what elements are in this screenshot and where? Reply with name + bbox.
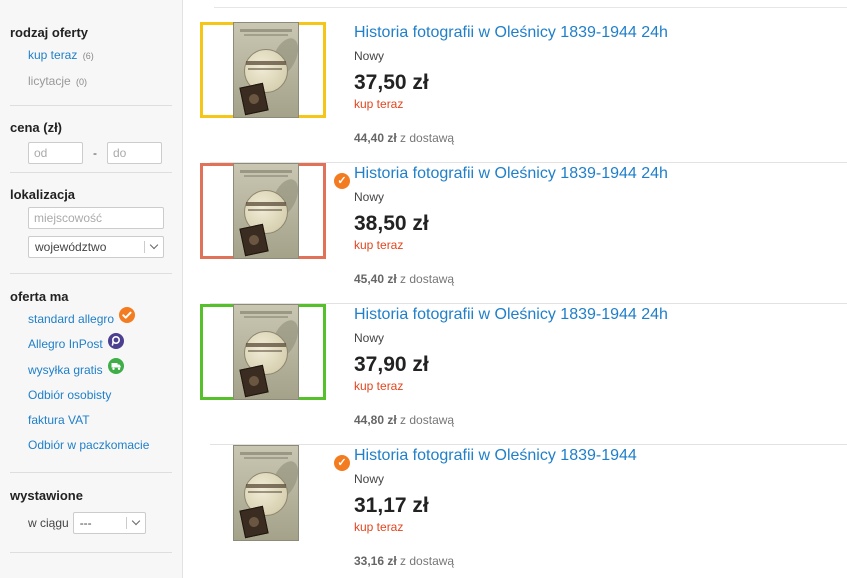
filter-allegro-inpost-link[interactable]: Allegro InPost [10,332,172,357]
offer-shipping-price: 44,80 zł z dostawą [354,413,454,427]
filter-listed: wystawione w ciągu --- [10,473,172,553]
offer-shipping-label: z dostawą [400,554,455,568]
offer-shipping-amount: 33,16 zł [354,554,397,568]
filter-vat-invoice-link[interactable]: faktura VAT [10,408,172,433]
filter-location: lokalizacja województwo [10,173,172,274]
filter-free-shipping-label: wysyłka gratis [28,362,103,377]
offer-title-link[interactable]: Historia fotografii w Oleśnicy 1839-1944… [354,24,668,42]
filter-auctions-count: (0) [76,77,88,87]
offer-price: 38,50 zł [354,212,429,235]
offer-shipping-label: z dostawą [400,413,455,427]
filter-title-price: cena (zł) [10,120,63,135]
filter-buy-now-label: kup teraz [28,48,78,62]
select-divider [125,517,127,529]
offer-title-link[interactable]: Historia fotografii w Oleśnicy 1839-1944… [354,165,668,183]
chevron-down-icon [131,516,140,526]
book-cover-image [233,445,299,541]
standard-allegro-badge-icon: ✓ [334,173,350,189]
filter-personal-pickup-link[interactable]: Odbiór osobisty [10,383,172,408]
region-select[interactable]: województwo [28,236,164,258]
offer-thumbnail[interactable] [200,304,326,400]
offer-shipping-price: 33,16 zł z dostawą [354,554,454,568]
filter-price: cena (zł) - [10,106,172,173]
filter-offer-has: oferta ma standard allegro Allegro InPos… [10,274,172,473]
filter-title-location: lokalizacja [10,187,76,202]
filter-offer-type: rodzaj oferty kup teraz (6) licytacje (0… [10,0,172,106]
offer-thumbnail[interactable] [200,163,326,259]
offer-item: Historia fotografii w Oleśnicy 1839-1944… [196,304,847,445]
offer-title-link[interactable]: Historia fotografii w Oleśnicy 1839-1944… [354,306,668,324]
listed-within-select[interactable]: --- [72,512,146,534]
filter-buy-now-count: (6) [82,51,94,61]
offer-item: ✓ Historia fotografii w Oleśnicy 1839-19… [196,163,847,304]
listed-within-row: w ciągu --- [10,512,172,534]
offer-thumbnail[interactable] [200,445,326,541]
filter-free-shipping-link[interactable]: wysyłka gratis [10,357,172,383]
filter-title-listed: wystawione [10,488,83,503]
chevron-down-icon [149,240,159,250]
offer-thumbnail[interactable] [200,22,326,118]
book-cover-image [233,163,299,259]
filter-auctions-link[interactable]: licytacje (0) [10,69,172,95]
offer-condition: Nowy [354,190,385,204]
filters-sidebar: rodzaj oferty kup teraz (6) licytacje (0… [0,0,183,578]
filter-standard-allegro-label: standard allegro [28,312,115,326]
filter-title-offer-type: rodzaj oferty [10,25,89,40]
list-top-divider [214,0,847,8]
filter-auctions-label: licytacje [28,74,71,88]
free-shipping-icon [108,357,125,383]
filter-standard-allegro-link[interactable]: standard allegro [10,307,172,332]
filter-parcel-locker-link[interactable]: Odbiór w paczkomacie [10,433,172,458]
offer-shipping-label: z dostawą [400,272,455,286]
offer-price: 37,90 zł [354,353,429,376]
offer-condition: Nowy [354,472,385,486]
city-input[interactable] [28,207,164,229]
price-range-separator: - [93,146,97,160]
check-badge-icon [119,307,136,332]
filter-buy-now-link[interactable]: kup teraz (6) [10,43,172,69]
offer-shipping-label: z dostawą [400,131,455,145]
inpost-icon [108,332,125,358]
offer-shipping-amount: 44,80 zł [354,413,397,427]
offer-buy-now-label: kup teraz [354,238,404,252]
offers-list: Historia fotografii w Oleśnicy 1839-1944… [196,0,847,578]
price-range-row: - [10,142,172,164]
select-divider [144,241,145,253]
offer-price: 31,17 zł [354,494,429,517]
offer-shipping-price: 45,40 zł z dostawą [354,272,454,286]
offer-condition: Nowy [354,49,385,63]
offer-buy-now-label: kup teraz [354,520,404,534]
price-from-input[interactable] [28,142,83,164]
offer-condition: Nowy [354,331,385,345]
offer-shipping-price: 44,40 zł z dostawą [354,131,454,145]
offer-shipping-amount: 45,40 zł [354,272,397,286]
standard-allegro-badge-icon: ✓ [334,455,350,471]
filter-allegro-inpost-label: Allegro InPost [28,337,103,352]
book-cover-image [233,304,299,400]
filter-title-offer-has: oferta ma [10,289,69,304]
offer-price: 37,50 zł [354,71,429,94]
offer-item: Historia fotografii w Oleśnicy 1839-1944… [196,22,847,163]
book-cover-image [233,22,299,118]
price-to-input[interactable] [107,142,162,164]
listed-within-label: w ciągu [28,516,69,530]
offer-buy-now-label: kup teraz [354,97,404,111]
listed-within-value: --- [79,516,92,530]
offer-title-link[interactable]: Historia fotografii w Oleśnicy 1839-1944 [354,447,637,465]
offer-item: ✓ Historia fotografii w Oleśnicy 1839-19… [196,445,847,578]
offer-shipping-amount: 44,40 zł [354,131,397,145]
offer-buy-now-label: kup teraz [354,379,404,393]
region-select-value: województwo [35,240,107,254]
